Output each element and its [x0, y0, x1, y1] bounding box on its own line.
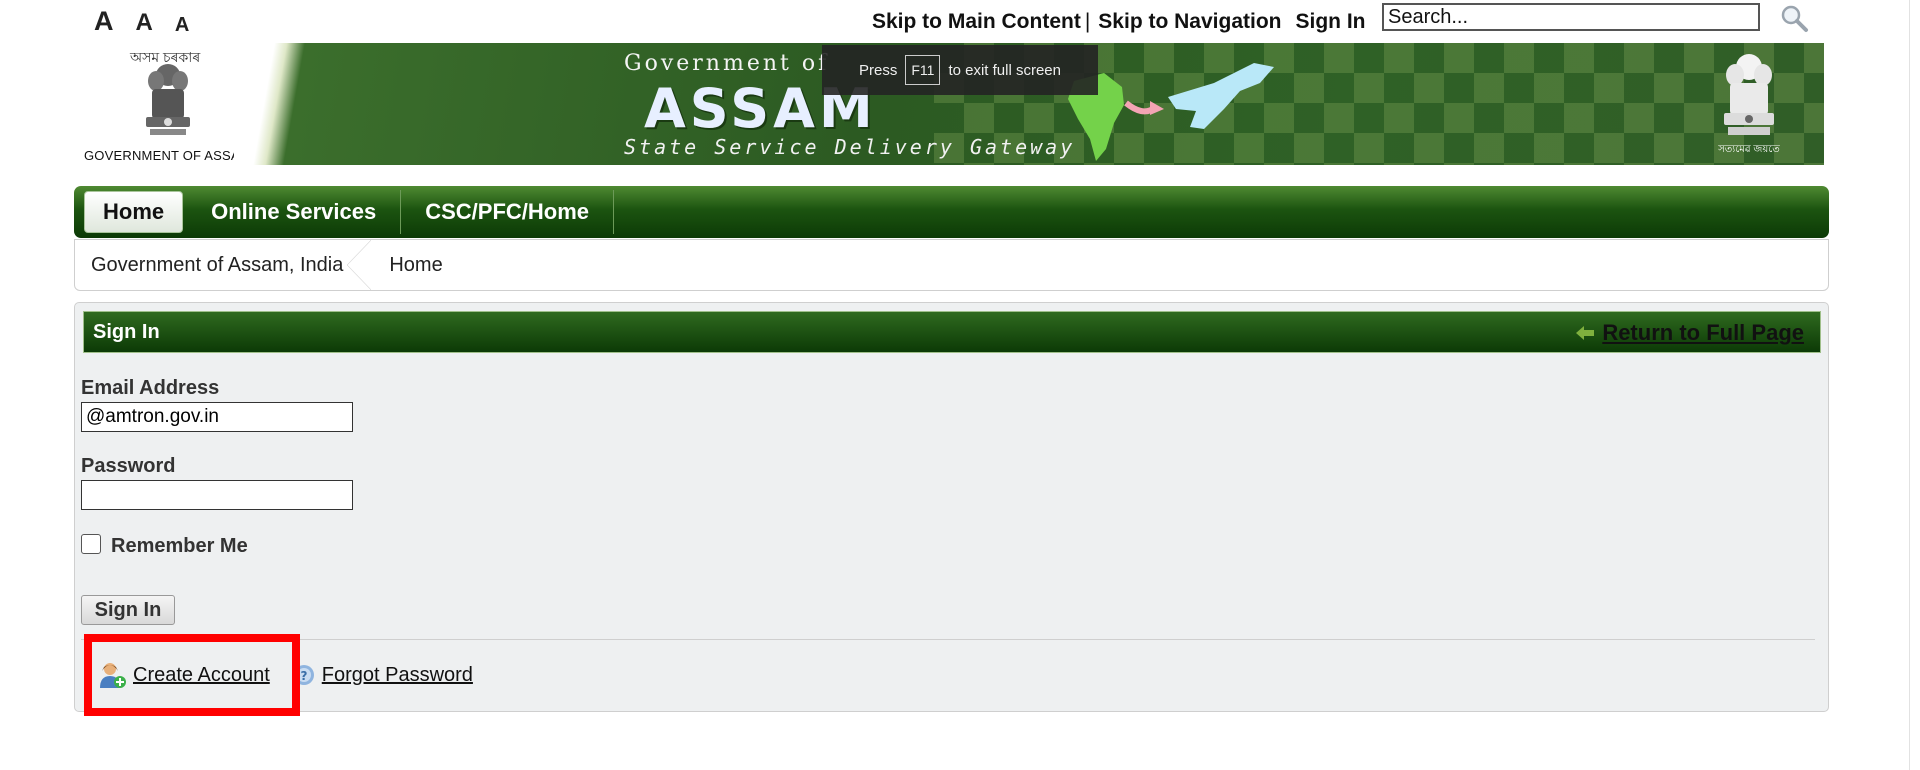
fullscreen-notice: Press F11 to exit full screen — [822, 45, 1098, 95]
breadcrumb: Government of Assam, India Home — [74, 239, 1829, 291]
nav-tab-csc-pfc-home[interactable]: CSC/PFC/Home — [401, 190, 615, 234]
fullscreen-key: F11 — [905, 55, 941, 85]
main-nav: Home Online Services CSC/PFC/Home — [74, 186, 1829, 238]
font-size-large[interactable]: A — [94, 6, 114, 37]
email-field[interactable] — [81, 402, 353, 432]
top-links: Skip to Main Content | Skip to Navigatio… — [872, 10, 1365, 34]
skip-to-main-link[interactable]: Skip to Main Content — [872, 10, 1081, 34]
india-assam-map-icon — [1068, 63, 1274, 161]
font-size-medium[interactable]: A — [136, 9, 153, 37]
nav-tab-home[interactable]: Home — [84, 191, 184, 233]
font-size-small[interactable]: A — [175, 14, 189, 37]
search-icon[interactable] — [1778, 3, 1810, 35]
breadcrumb-gov-assam[interactable]: Government of Assam, India — [75, 240, 372, 290]
panel-title: Sign In — [93, 320, 160, 343]
remember-me-label: Remember Me — [111, 535, 248, 557]
back-arrow-icon — [1576, 326, 1595, 340]
search-input[interactable] — [1382, 3, 1760, 31]
banner-gov-of: Government of — [624, 51, 830, 76]
national-emblem-block: সত্যমেৱ জয়তে — [1714, 51, 1784, 161]
svg-text:?: ? — [300, 669, 307, 683]
font-size-controls: A A A — [94, 6, 189, 37]
password-field[interactable] — [81, 480, 353, 510]
government-caption: GOVERNMENT OF ASSAM — [84, 148, 251, 163]
panel-divider — [81, 639, 1815, 640]
sign-in-button[interactable]: Sign In — [81, 595, 175, 625]
sign-in-panel-header: Sign In Return to Full Page — [83, 311, 1821, 353]
link-separator: | — [1084, 10, 1091, 33]
nav-tab-online-services[interactable]: Online Services — [187, 190, 402, 234]
remember-me-row: Remember Me — [81, 529, 248, 558]
sign-in-panel: Sign In Return to Full Page Email Addres… — [74, 302, 1829, 712]
banner-tagline: State Service Delivery Gateway — [624, 135, 1076, 159]
return-link-label: Return to Full Page — [1602, 320, 1804, 345]
forgot-password-link[interactable]: ? Forgot Password — [292, 663, 473, 687]
password-label: Password — [81, 455, 176, 477]
skip-to-navigation-link[interactable]: Skip to Navigation — [1098, 10, 1281, 34]
national-motto: সত্যমেৱ জয়তে — [1718, 144, 1780, 155]
lion-capital-icon — [1724, 54, 1774, 135]
highlight-annotation — [84, 634, 300, 716]
fullscreen-press: Press — [859, 61, 898, 79]
ashoka-emblem-icon — [146, 64, 190, 135]
remember-me-checkbox[interactable] — [81, 533, 101, 554]
sign-in-link[interactable]: Sign In — [1295, 10, 1365, 34]
fullscreen-rest: to exit full screen — [948, 61, 1061, 79]
breadcrumb-home[interactable]: Home — [359, 240, 458, 290]
state-emblem-block[interactable]: অসম চৰকাৰ GOVERNMENT OF ASSAM — [74, 43, 254, 165]
return-to-full-page-link[interactable]: Return to Full Page — [1576, 320, 1804, 346]
forgot-password-label: Forgot Password — [321, 663, 473, 686]
email-label: Email Address — [81, 377, 220, 399]
page-edge-line — [1909, 0, 1910, 770]
